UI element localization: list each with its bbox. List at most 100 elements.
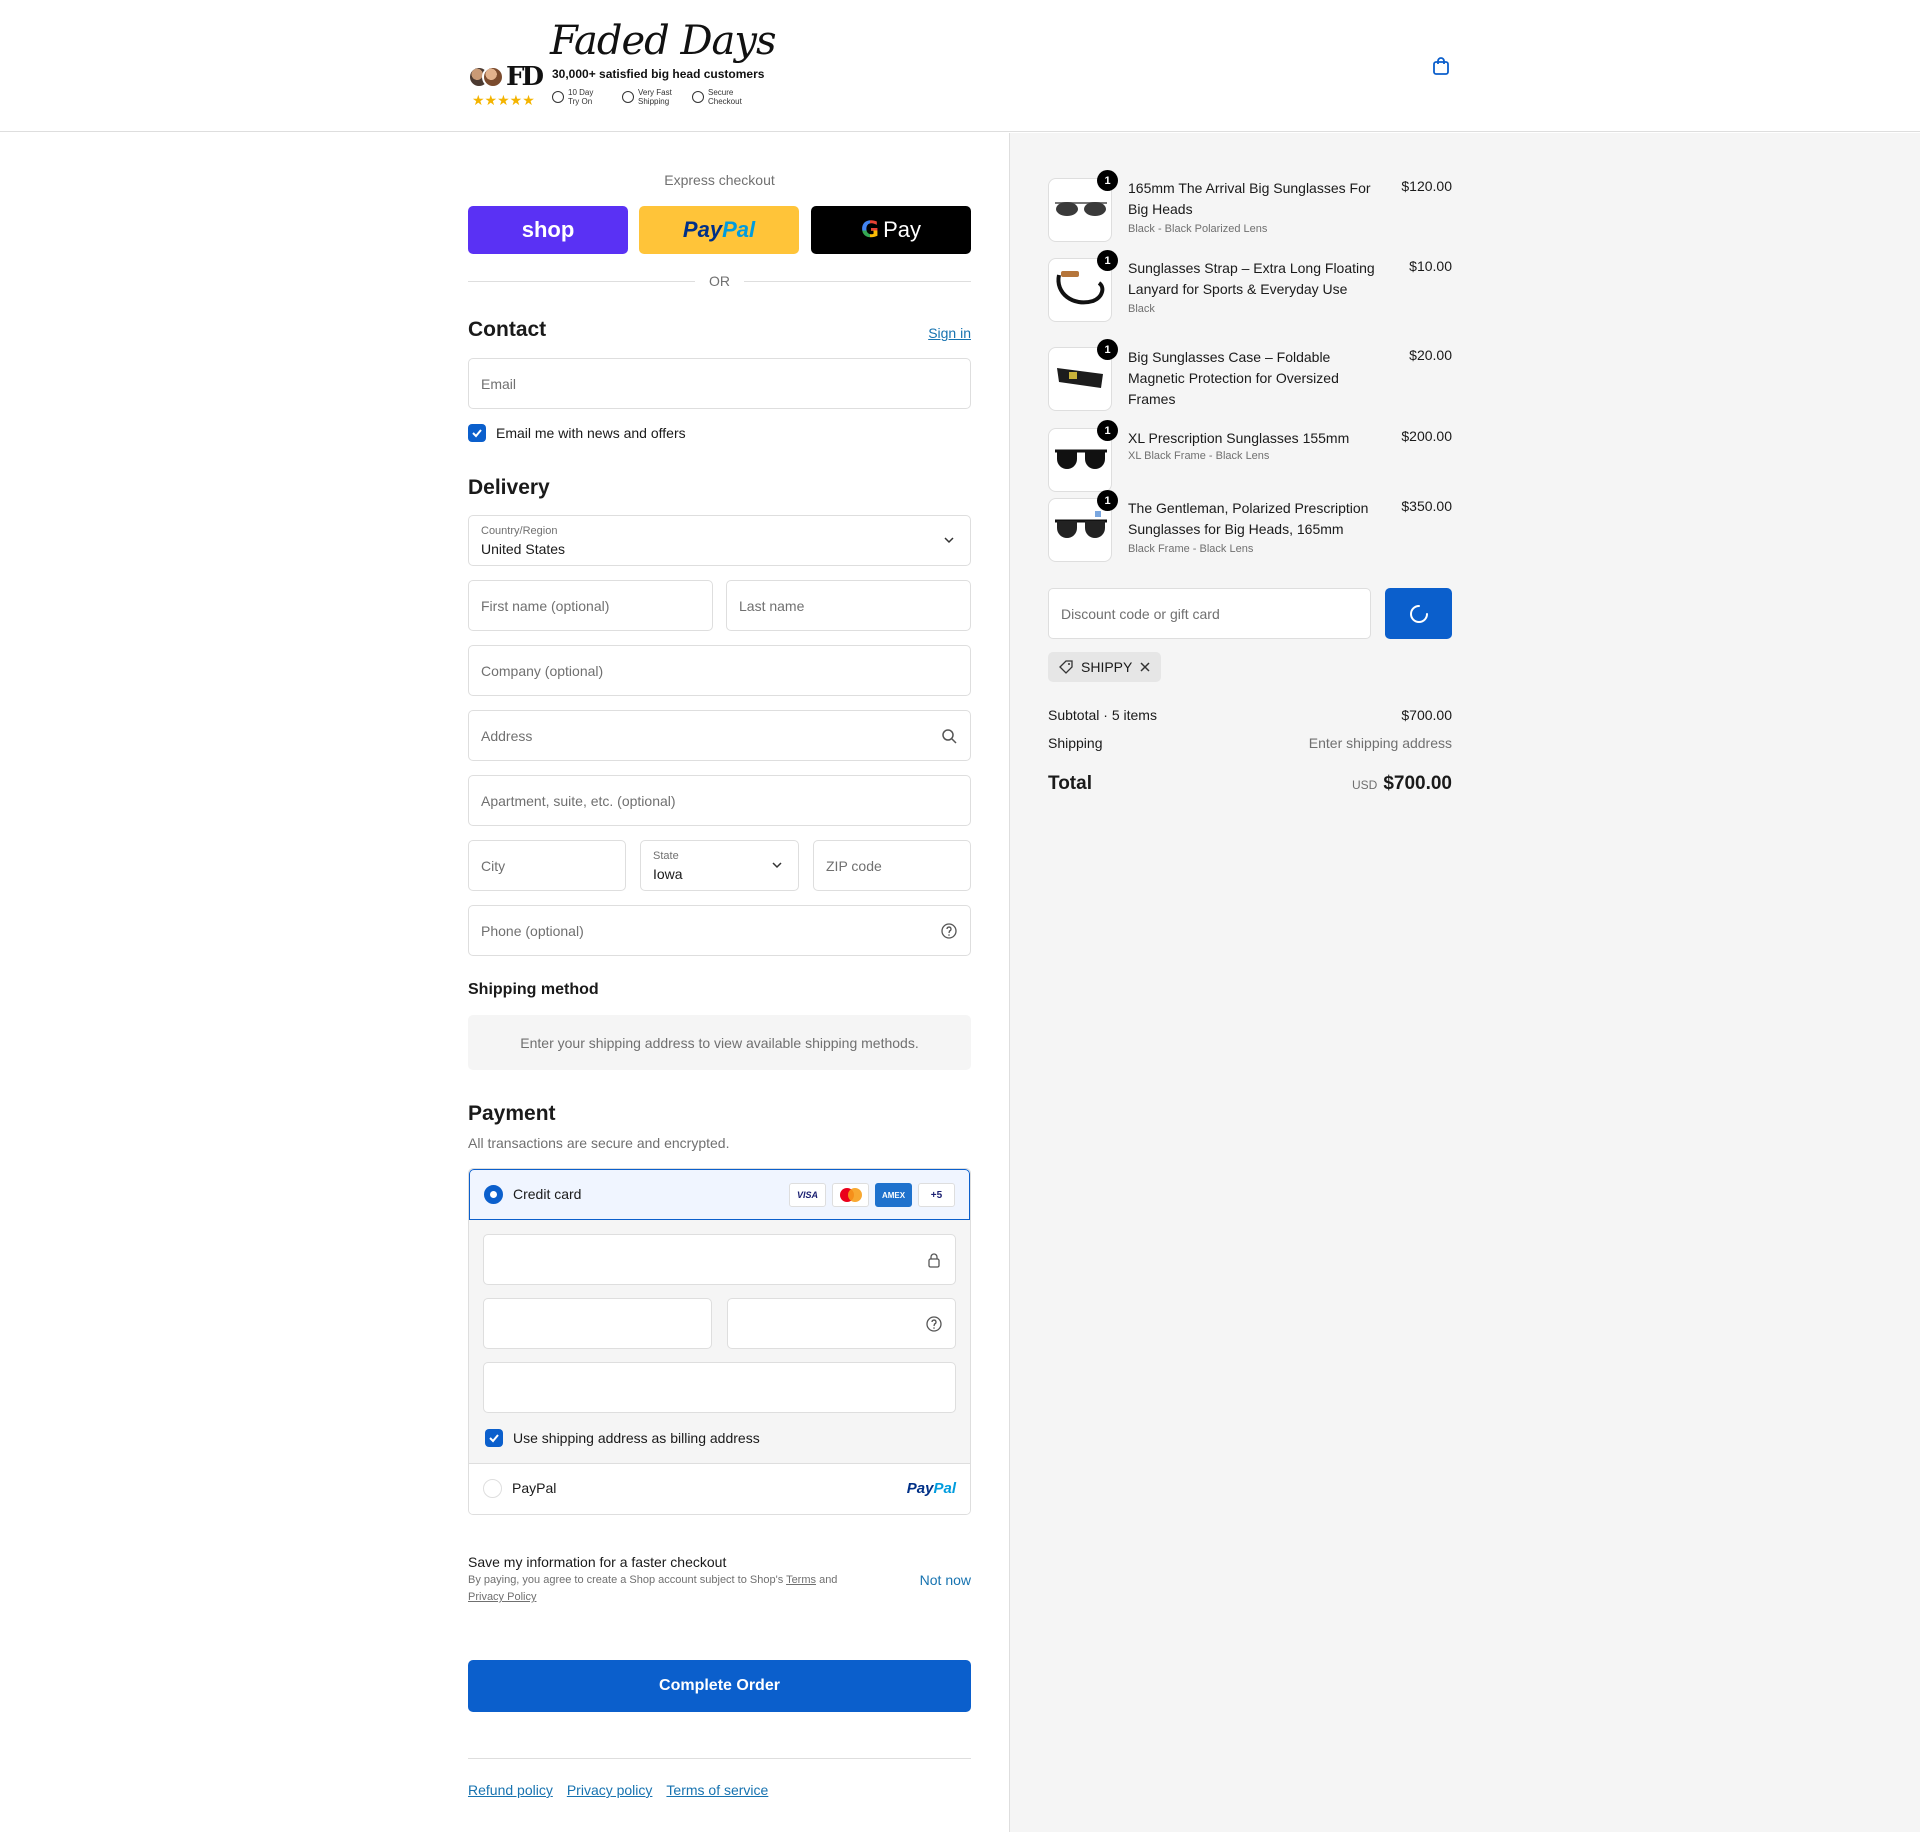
card-expiry-field[interactable] — [483, 1298, 712, 1349]
shipping-label: Shipping — [1048, 735, 1103, 751]
lock-icon — [928, 1253, 940, 1268]
phone-field[interactable]: Phone (optional) — [468, 905, 971, 956]
trust-badge-shipping: Very Fast Shipping — [622, 88, 678, 106]
help-icon[interactable] — [925, 1315, 943, 1333]
newsletter-label: Email me with news and offers — [496, 425, 686, 441]
save-info-terms: By paying, you agree to create a Shop ac… — [468, 1574, 838, 1603]
card-number-field[interactable] — [483, 1234, 956, 1285]
item-variant: Black — [1128, 303, 1155, 315]
brand-monogram: FD — [506, 62, 544, 92]
contact-heading: Contact — [468, 318, 547, 341]
not-now-button[interactable]: Not now — [920, 1572, 971, 1588]
item-name: 165mm The Arrival Big Sunglasses For Big… — [1128, 180, 1371, 217]
credit-card-label: Credit card — [513, 1186, 582, 1202]
footer-links: Refund policy Privacy policy Terms of se… — [468, 1782, 768, 1798]
more-cards-badge[interactable]: +5 — [918, 1183, 955, 1207]
newsletter-checkbox-row[interactable]: Email me with news and offers — [468, 424, 686, 442]
sign-in-link[interactable]: Sign in — [928, 325, 971, 341]
google-pay-button[interactable]: G Pay — [811, 206, 971, 254]
privacy-policy-footer-link[interactable]: Privacy policy — [567, 1782, 653, 1798]
paypal-radio[interactable] — [483, 1479, 502, 1498]
brand-logo[interactable]: FD ★★★★★ Faded Days 30,000+ satisfied bi… — [468, 18, 788, 118]
city-field[interactable]: City — [468, 840, 626, 891]
company-field[interactable]: Company (optional) — [468, 645, 971, 696]
clock-icon — [622, 91, 634, 103]
trust-badge-try-on: 10 Day Try On — [552, 88, 608, 106]
mastercard-icon — [832, 1183, 869, 1207]
terms-of-service-link[interactable]: Terms of service — [666, 1782, 768, 1798]
state-select[interactable]: State Iowa — [640, 840, 799, 891]
google-icon: G — [861, 217, 880, 243]
paypal-logo: PayPal — [906, 1480, 956, 1497]
email-field[interactable]: Email — [468, 358, 971, 409]
chevron-down-icon — [944, 537, 954, 544]
item-variant: XL Black Frame - Black Lens — [1128, 450, 1270, 462]
item-price: $120.00 — [1401, 178, 1452, 194]
avatar — [482, 66, 504, 88]
product-thumbnail: 1 — [1048, 250, 1118, 322]
item-price: $200.00 — [1401, 428, 1452, 444]
card-brand-icons: VISA AMEX +5 — [789, 1183, 955, 1207]
billing-same-checkbox[interactable] — [485, 1429, 503, 1447]
shield-icon — [552, 91, 564, 103]
discount-code-label: SHIPPY — [1081, 659, 1133, 675]
name-on-card-field[interactable] — [483, 1362, 956, 1413]
brand-name: Faded Days — [550, 18, 777, 64]
paypal-express-button[interactable]: Pay Pal — [639, 206, 799, 254]
item-name: Sunglasses Strap – Extra Long Floating L… — [1128, 260, 1375, 297]
country-select[interactable]: Country/Region United States — [468, 515, 971, 566]
shopping-bag-icon[interactable] — [1431, 56, 1451, 76]
sunglasses-icon — [1055, 449, 1107, 469]
terms-link[interactable]: Terms — [786, 1574, 816, 1586]
help-icon[interactable] — [940, 922, 958, 940]
card-cvv-field[interactable] — [727, 1298, 956, 1349]
save-info-title: Save my information for a faster checkou… — [468, 1554, 727, 1570]
shipping-method-message: Enter your shipping address to view avai… — [468, 1015, 971, 1070]
last-name-field[interactable]: Last name — [726, 580, 971, 631]
sunglasses-icon — [1055, 511, 1107, 538]
shop-pay-button[interactable]: shop — [468, 206, 628, 254]
newsletter-checkbox[interactable] — [468, 424, 486, 442]
delivery-heading: Delivery — [468, 476, 550, 499]
rating-stars: ★★★★★ — [472, 92, 535, 108]
amex-icon: AMEX — [875, 1183, 912, 1207]
billing-same-row[interactable]: Use shipping address as billing address — [485, 1429, 760, 1447]
item-price: $20.00 — [1409, 347, 1452, 363]
site-header: FD ★★★★★ Faded Days 30,000+ satisfied bi… — [0, 0, 1920, 132]
apply-discount-button[interactable] — [1385, 588, 1452, 639]
apartment-field[interactable]: Apartment, suite, etc. (optional) — [468, 775, 971, 826]
item-price: $350.00 — [1401, 498, 1452, 514]
credit-card-form: Use shipping address as billing address — [469, 1220, 970, 1464]
strap-icon — [1056, 271, 1105, 305]
address-field[interactable]: Address — [468, 710, 971, 761]
total-value: $700.00 — [1383, 773, 1452, 794]
chevron-down-icon — [772, 862, 782, 869]
payment-subtitle: All transactions are secure and encrypte… — [468, 1135, 730, 1151]
customer-avatars: FD — [468, 62, 544, 92]
subtotal-label: Subtotal · 5 items — [1048, 707, 1157, 723]
trust-badge-secure: Secure Checkout — [692, 88, 748, 106]
product-thumbnail: 1 — [1048, 339, 1118, 411]
tag-icon — [1059, 660, 1073, 674]
quantity-badge: 1 — [1097, 420, 1118, 441]
discount-code-field[interactable]: Discount code or gift card — [1048, 588, 1371, 639]
total-label: Total — [1048, 773, 1092, 794]
paypal-option[interactable]: PayPal PayPal — [469, 1464, 970, 1514]
shipping-row: Shipping Enter shipping address — [1048, 735, 1452, 751]
shipping-method-heading: Shipping method — [468, 981, 599, 998]
credit-card-radio[interactable] — [484, 1185, 503, 1204]
item-price: $10.00 — [1409, 258, 1452, 274]
refund-policy-link[interactable]: Refund policy — [468, 1782, 553, 1798]
complete-order-button[interactable]: Complete Order — [468, 1660, 971, 1712]
privacy-policy-link[interactable]: Privacy Policy — [468, 1591, 536, 1603]
paypal-label: PayPal — [512, 1480, 557, 1496]
credit-card-option[interactable]: Credit card VISA AMEX +5 — [469, 1169, 970, 1220]
first-name-field[interactable]: First name (optional) — [468, 580, 713, 631]
quantity-badge: 1 — [1097, 170, 1118, 191]
product-thumbnail: 1 — [1048, 170, 1118, 242]
zip-field[interactable]: ZIP code — [813, 840, 971, 891]
item-name: The Gentleman, Polarized Prescription Su… — [1128, 500, 1369, 537]
product-thumbnail: 1 — [1048, 420, 1118, 492]
close-icon[interactable] — [1139, 661, 1151, 673]
total-row: Total USD $700.00 — [1048, 773, 1452, 795]
